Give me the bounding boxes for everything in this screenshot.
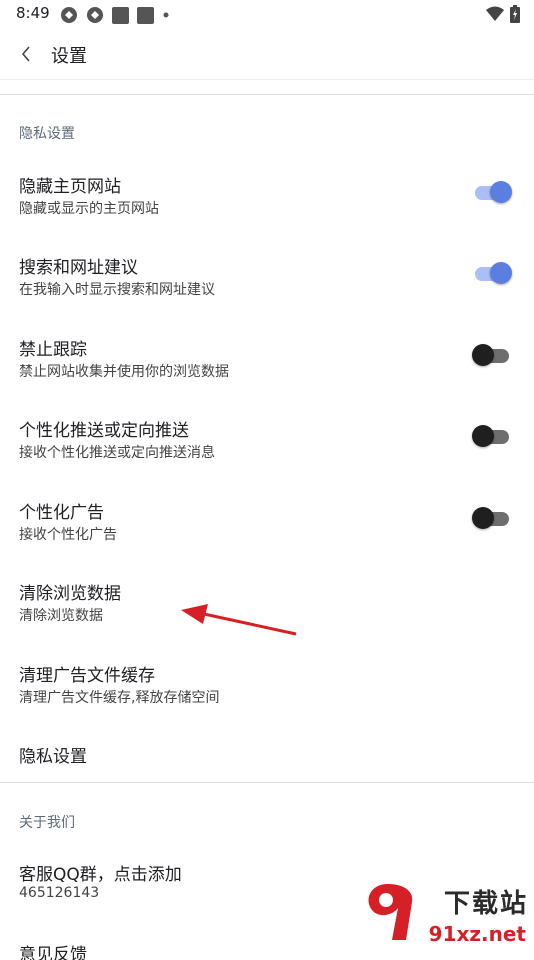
setting-subtitle: 隐藏或显示的主页网站 <box>19 201 159 217</box>
notification-icons <box>60 6 170 24</box>
setting-do-not-track[interactable]: 禁止跟踪 禁止网站收集并使用你的浏览数据 <box>0 335 534 405</box>
setting-clear-ad-cache[interactable]: 清理广告文件缓存 清理广告文件缓存,释放存储空间 <box>0 661 534 731</box>
divider <box>0 79 534 80</box>
setting-title: 个性化推送或定向推送 <box>19 421 189 441</box>
setting-privacy-settings[interactable]: 隐私设置 <box>0 742 534 778</box>
hide-homepage-toggle[interactable] <box>472 180 512 204</box>
setting-personalized-push[interactable]: 个性化推送或定向推送 接收个性化推送或定向推送消息 <box>0 416 534 486</box>
section-header-privacy: 隐私设置 <box>19 126 75 142</box>
search-suggestions-toggle[interactable] <box>472 261 512 285</box>
setting-title: 清除浏览数据 <box>19 584 121 604</box>
watermark-url: 91xz.net <box>428 922 526 946</box>
system-icons <box>486 5 520 23</box>
setting-subtitle: 接收个性化推送或定向推送消息 <box>19 445 215 461</box>
setting-title: 禁止跟踪 <box>19 340 87 360</box>
setting-subtitle: 清理广告文件缓存,释放存储空间 <box>19 690 220 706</box>
image-notification-icon <box>112 6 129 24</box>
setting-title: 隐藏主页网站 <box>19 177 121 197</box>
page-title: 设置 <box>51 46 87 67</box>
setting-title: 隐私设置 <box>19 747 87 767</box>
setting-title: 意见反馈 <box>19 945 87 960</box>
setting-title: 清理广告文件缓存 <box>19 666 155 686</box>
back-button[interactable] <box>12 40 40 68</box>
setting-subtitle: 接收个性化广告 <box>19 527 117 543</box>
wifi-icon <box>486 6 504 21</box>
setting-title: 搜索和网址建议 <box>19 258 138 278</box>
divider <box>0 782 534 783</box>
status-time: 8:49 <box>16 4 50 22</box>
app-notification-icon <box>61 7 77 23</box>
watermark-text: 下载站 <box>443 889 528 919</box>
divider <box>0 94 534 95</box>
battery-icon <box>510 5 520 23</box>
setting-subtitle: 465126143 <box>19 885 100 901</box>
personalized-push-toggle[interactable] <box>472 424 512 448</box>
setting-clear-browsing-data[interactable]: 清除浏览数据 清除浏览数据 <box>0 579 534 649</box>
app-notification-icon <box>87 7 103 23</box>
watermark-logo: 下载站 91xz.net <box>354 878 534 950</box>
setting-subtitle: 在我输入时显示搜索和网址建议 <box>19 282 215 298</box>
section-header-about: 关于我们 <box>19 815 75 831</box>
app-bar: 设置 <box>0 30 534 78</box>
setting-title: 客服QQ群，点击添加 <box>19 865 182 885</box>
image-notification-icon <box>137 6 154 24</box>
setting-personalized-ads[interactable]: 个性化广告 接收个性化广告 <box>0 498 534 568</box>
setting-search-suggestions[interactable]: 搜索和网址建议 在我输入时显示搜索和网址建议 <box>0 253 534 323</box>
personalized-ads-toggle[interactable] <box>472 506 512 530</box>
setting-hide-homepage[interactable]: 隐藏主页网站 隐藏或显示的主页网站 <box>0 172 534 242</box>
dot-icon <box>163 12 169 18</box>
status-bar: 8:49 <box>0 0 534 30</box>
do-not-track-toggle[interactable] <box>472 343 512 367</box>
setting-subtitle: 禁止网站收集并使用你的浏览数据 <box>19 364 229 380</box>
setting-subtitle: 清除浏览数据 <box>19 608 103 624</box>
chevron-left-icon <box>21 46 30 62</box>
setting-title: 个性化广告 <box>19 503 104 523</box>
logo-icon <box>368 884 413 940</box>
